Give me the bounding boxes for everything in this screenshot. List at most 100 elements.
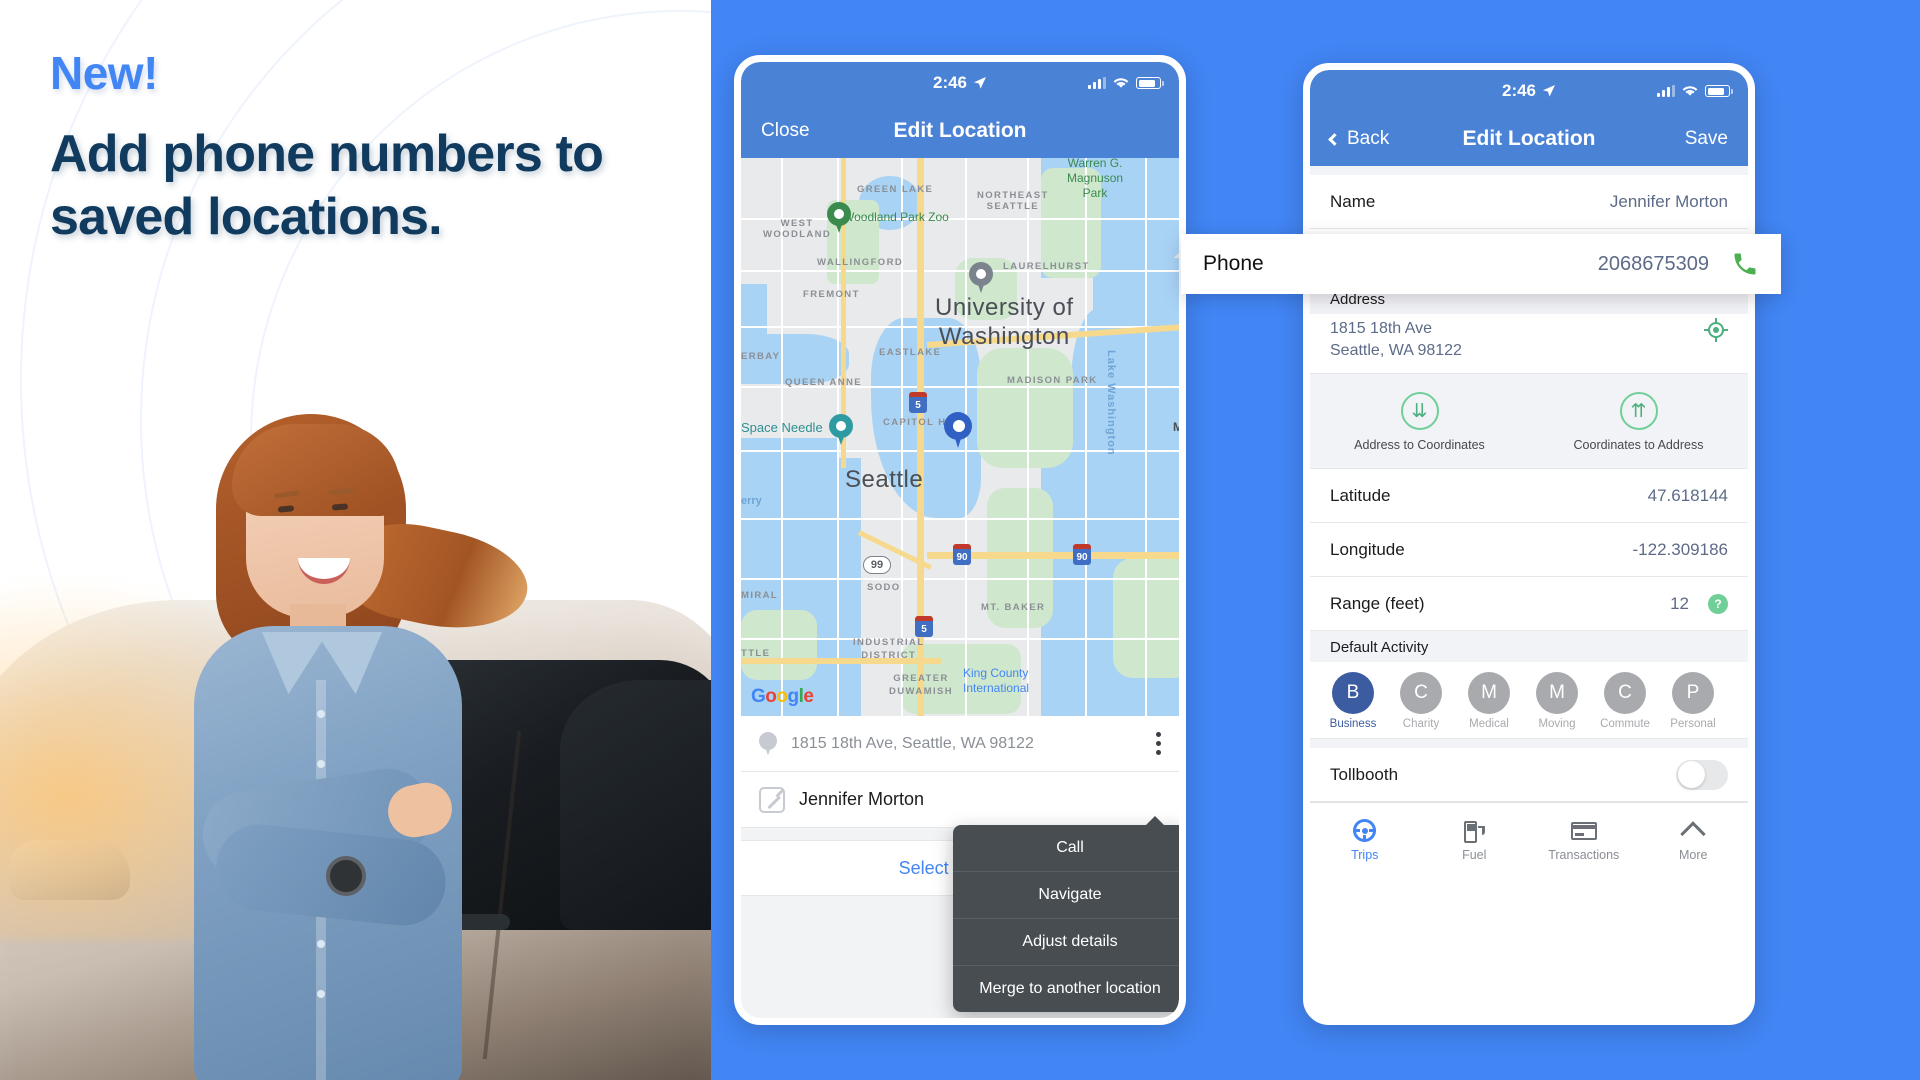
longitude-value: -122.309186 [1632,539,1728,559]
tollbooth-label: Tollbooth [1330,764,1399,784]
promo-copy: New! Add phone numbers to saved location… [50,48,670,249]
edit-icon [759,786,785,813]
tab-fuel[interactable]: Fuel [1420,818,1530,862]
phone-handset-icon[interactable] [1731,250,1759,278]
chevron-left-icon [1328,132,1341,146]
name-label: Name [1330,191,1376,211]
name-row[interactable]: Name Jennifer Morton [1310,175,1748,229]
tollbooth-toggle[interactable] [1676,759,1728,790]
address-text: 1815 18th Ave, Seattle, WA 98122 [791,734,1034,752]
default-activity-list[interactable]: B Business C Charity M Medical M Moving [1310,662,1748,740]
steering-wheel-icon [1353,819,1377,843]
promo-panel: New! Add phone numbers to saved location… [0,0,711,1080]
activity-medical[interactable]: M Medical [1460,672,1518,730]
menu-item-adjust-details[interactable]: Adjust details [953,919,1179,966]
highlight-phone-label: Phone [1203,252,1264,275]
longitude-label: Longitude [1330,539,1405,559]
highway-shield-90b: 90 [1073,544,1091,565]
google-logo: Google [751,686,814,707]
screenshot-root: New! Add phone numbers to saved location… [0,0,1920,1080]
activity-moving[interactable]: M Moving [1528,672,1586,730]
bottom-tab-bar[interactable]: Trips Fuel Transactions More [1310,802,1749,877]
chevron-up-icon [1680,820,1706,847]
range-row[interactable]: Range (feet) 12 ? [1310,577,1748,632]
kebab-menu-icon[interactable] [1155,732,1161,755]
university-pin[interactable] [969,262,993,294]
fuel-pump-icon [1464,819,1486,843]
highway-shield-90: 90 [953,544,971,565]
highway-shield-5: 5 [909,392,927,413]
activity-commute[interactable]: C Commute [1596,672,1654,730]
locate-crosshair-icon[interactable] [1704,318,1728,342]
tab-trips[interactable]: Trips [1310,818,1420,862]
tab-transactions[interactable]: Transactions [1529,818,1639,862]
space-needle-pin[interactable] [829,414,853,446]
menu-item-merge[interactable]: Merge to another location [953,966,1179,1012]
address-line-1: 1815 18th Ave [1330,320,1433,337]
battery-icon [1705,85,1733,97]
default-activity-header: Default Activity [1310,631,1748,663]
phone-mockup-right: 2:46 Back Edit Location Save Name Jennif… [1303,63,1755,1025]
battery-icon [1136,77,1164,89]
longitude-row[interactable]: Longitude -122.309186 [1310,523,1748,578]
map-view[interactable]: GREEN LAKE NORTHEAST SEATTLE Warren G. Mag… [741,158,1179,716]
wifi-icon [1682,86,1698,96]
promo-headline: Add phone numbers to saved locations. [50,124,604,247]
close-button[interactable]: Close [761,120,810,142]
map-pin-icon [759,731,777,756]
nav-bar-left: Close Edit Location [741,104,1179,158]
wifi-icon [1113,78,1129,88]
back-button[interactable]: Back [1328,128,1390,150]
selected-location-pin[interactable] [944,412,972,450]
name-value: Jennifer Morton [1609,191,1728,211]
back-label: Back [1347,128,1390,149]
address-to-coordinates-label: Address to Coordinates [1354,438,1485,453]
promo-photo [0,320,711,1080]
save-button[interactable]: Save [1685,128,1728,150]
activity-charity[interactable]: C Charity [1392,672,1450,730]
coordinates-to-address-label: Coordinates to Address [1573,438,1704,453]
down-arrows-icon: ⇊ [1400,392,1439,431]
signal-bars-icon [1657,85,1675,97]
route-badge-99: 99 [863,556,891,574]
credit-card-icon [1570,821,1597,840]
phone-mockup-left: 2:46 Close Edit Location GREEN LAKE NORT… [734,55,1186,1025]
status-time: 2:46 [932,73,968,92]
page-title-right: Edit Location [1462,127,1596,150]
nav-bar-right: Back Edit Location Save [1310,112,1748,166]
address-value-row[interactable]: 1815 18th Ave Seattle, WA 98122 [1310,314,1748,375]
location-arrow-icon [974,77,987,89]
menu-item-call[interactable]: Call [953,825,1179,872]
context-menu[interactable]: Call Navigate Adjust details Merge to an… [953,816,1179,1012]
conversion-actions: ⇊ Address to Coordinates ⇈ Coordinates t… [1310,374,1748,470]
person-portrait [120,380,550,1080]
latitude-row[interactable]: Latitude 47.618144 [1310,469,1748,524]
promo-eyebrow: New! [50,47,158,99]
wristwatch [326,856,366,896]
coordinates-to-address-button[interactable]: ⇈ Coordinates to Address [1529,392,1748,452]
latitude-label: Latitude [1330,485,1391,505]
range-label: Range (feet) [1330,593,1425,613]
status-bar-right: 2:46 [1310,70,1748,112]
latitude-value: 47.618144 [1647,485,1728,505]
address-row[interactable]: 1815 18th Ave, Seattle, WA 98122 [741,716,1179,772]
range-help-icon[interactable]: ? [1708,593,1728,614]
highlight-phone-value: 2068675309 [1597,252,1709,275]
zoo-pin[interactable] [827,202,851,234]
blue-stage: 2:46 Close Edit Location GREEN LAKE NORT… [711,0,1920,1080]
menu-item-navigate[interactable]: Navigate [953,872,1179,919]
tab-more[interactable]: More [1639,818,1749,862]
tollbooth-row[interactable]: Tollbooth [1310,748,1748,803]
phone-field-highlight-card[interactable]: Phone 2068675309 [1181,234,1781,294]
signal-bars-icon [1088,77,1106,89]
activity-business[interactable]: B Business [1324,672,1382,730]
status-bar-left: 2:46 [741,62,1179,104]
contact-row[interactable]: Jennifer Morton [741,772,1179,828]
status-time: 2:46 [1501,81,1537,100]
location-arrow-icon [1543,85,1556,97]
up-arrows-icon: ⇈ [1619,392,1658,431]
activity-personal[interactable]: P Personal [1664,672,1722,730]
range-value: 12 [1670,593,1689,613]
address-to-coordinates-button[interactable]: ⇊ Address to Coordinates [1310,392,1529,452]
page-title-left: Edit Location [893,119,1027,142]
